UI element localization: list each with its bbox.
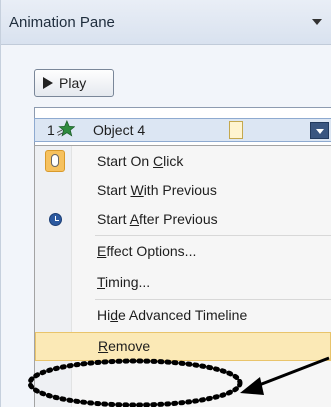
play-button[interactable]: Play	[34, 69, 114, 97]
menu-item-label: Effect Options...	[97, 243, 197, 259]
entrance-effect-star-icon	[57, 120, 75, 137]
menu-item-label: Start With Previous	[97, 182, 217, 198]
animation-item[interactable]: 1 Object 4	[34, 118, 331, 142]
menu-item-effect-options[interactable]: Effect Options...	[35, 237, 331, 266]
pane-options-arrow-icon[interactable]	[312, 19, 322, 25]
menu-item-label: Remove	[98, 338, 151, 354]
menu-item-label: Start After Previous	[97, 211, 218, 227]
animation-pane: Animation Pane Play 1 Object 4 Start On …	[0, 0, 331, 407]
menu-item-start-on-click[interactable]: Start On Click	[35, 147, 331, 176]
menu-separator	[95, 235, 331, 236]
clock-icon	[49, 213, 62, 226]
menu-separator	[95, 299, 331, 300]
pane-header: Animation Pane	[1, 0, 331, 45]
play-icon	[43, 77, 53, 89]
menu-item-start-with-previous[interactable]: Start With Previous	[35, 176, 331, 205]
menu-item-label: Hide Advanced Timeline	[97, 307, 248, 323]
menu-item-hide-advanced-timeline[interactable]: Hide Advanced Timeline	[35, 301, 331, 330]
item-dropdown-button[interactable]	[310, 122, 329, 139]
menu-item-remove[interactable]: Remove	[35, 332, 331, 361]
pane-title: Animation Pane	[9, 14, 115, 31]
menu-item-label: Timing...	[97, 274, 151, 290]
context-menu: Start On Click Start With Previous Start…	[34, 145, 331, 407]
animation-item-name: Object 4	[93, 122, 146, 138]
menu-item-timing[interactable]: Timing...	[35, 268, 331, 297]
animation-item-number: 1	[47, 122, 55, 138]
play-button-label: Play	[59, 75, 87, 91]
timeline-bar[interactable]	[229, 121, 243, 139]
mouse-click-icon	[45, 150, 65, 172]
menu-item-start-after-previous[interactable]: Start After Previous	[35, 205, 331, 234]
menu-item-label: Start On Click	[97, 153, 184, 169]
